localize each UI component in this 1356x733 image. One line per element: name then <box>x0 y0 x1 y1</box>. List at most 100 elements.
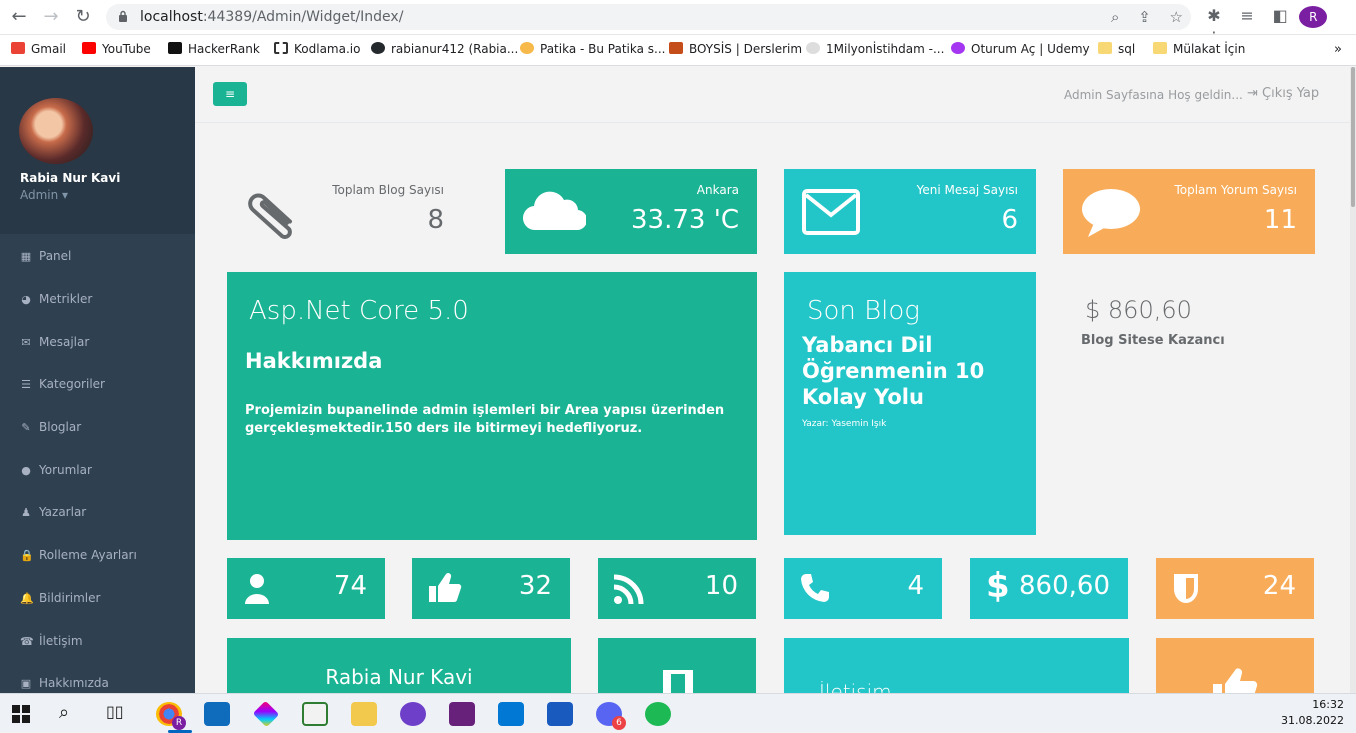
blog-count-widget: Toplam Blog Sayısı 8 <box>227 169 462 254</box>
profile-button[interactable]: R <box>1299 6 1328 28</box>
last-blog-heading: Son Blog <box>807 296 920 326</box>
bookmark-mulakat[interactable]: Mülakat İçin <box>1153 42 1245 56</box>
bookmark-udemy[interactable]: Oturum Aç | Udemy <box>951 42 1090 56</box>
users-count-widget: 74 <box>227 558 385 619</box>
system-clock[interactable]: 16:32 31.08.2022 <box>1281 697 1344 729</box>
bookmark-patika[interactable]: Patika - Bu Patika s... <box>520 42 665 56</box>
bookmark-hackerrank[interactable]: HackerRank <box>168 42 260 56</box>
phone-icon <box>801 574 829 602</box>
kodlama-icon <box>274 42 288 54</box>
widget-value: 11 <box>1263 205 1297 235</box>
reading-list-icon[interactable]: ≡ <box>1233 6 1261 25</box>
snipping-tool-icon[interactable] <box>302 702 328 726</box>
search-icon[interactable]: ⌕ <box>59 702 69 723</box>
widget-value: 6 <box>1001 205 1018 235</box>
sidebar-item-yorumlar[interactable]: ● Yorumlar <box>20 463 92 477</box>
page-scrollbar[interactable] <box>1350 67 1356 693</box>
browser-toolbar: ← → ↻ localhost:44389/Admin/Widget/Index… <box>0 0 1356 47</box>
bookmark-kodlama[interactable]: Kodlama.io <box>274 42 360 56</box>
profile-avatar: R <box>1299 6 1328 28</box>
profile-panel: Rabia Nur Kavi Admin ▾ <box>0 67 195 234</box>
comment-bubble-icon <box>1082 189 1140 237</box>
widget-value: 32 <box>518 571 552 601</box>
sidebar-item-hakkimizda[interactable]: ▣ Hakkımızda <box>20 676 109 690</box>
logout-link[interactable]: ⇥ Çıkış Yap <box>1247 86 1319 101</box>
profile-role-dropdown[interactable]: Admin ▾ <box>20 188 68 202</box>
widget-title: Toplam Yorum Sayısı <box>1174 183 1297 197</box>
side-panel-icon[interactable]: ◧ <box>1266 6 1294 25</box>
reload-icon[interactable]: ↻ <box>72 6 94 28</box>
sidebar-item-bildirimler[interactable]: 🔔 Bildirimler <box>20 591 100 605</box>
earnings-value: $ 860,60 <box>1085 296 1192 324</box>
bookmark-youtube[interactable]: YouTube <box>82 42 151 56</box>
gmail-icon <box>11 42 25 54</box>
bookmarks-bar: Gmail YouTube HackerRank Kodlama.io rabi… <box>0 35 1356 66</box>
task-view-icon[interactable]: ▯▯ <box>106 702 124 721</box>
mail-icon[interactable] <box>204 702 230 726</box>
file-explorer-icon[interactable] <box>351 702 377 726</box>
paperclip-icon <box>248 193 292 239</box>
clock-time: 16:32 <box>1312 698 1344 711</box>
sidebar-item-panel[interactable]: ▦ Panel <box>20 249 72 263</box>
pie-chart-icon: ◕ <box>21 293 31 306</box>
sidebar-item-metrikler[interactable]: ◕ Metrikler <box>20 292 92 306</box>
visual-studio-icon[interactable] <box>449 702 475 726</box>
sidebar-item-bloglar[interactable]: ✎ Bloglar <box>20 420 81 434</box>
boysis-icon <box>669 42 683 54</box>
vscode-icon[interactable] <box>498 702 524 726</box>
widget-value: 860,60 <box>1019 571 1110 601</box>
bookmark-1milyon[interactable]: 1Milyonİstihdam -... <box>806 42 944 56</box>
bookmark-boysis[interactable]: BOYSİS | Derslerim <box>669 42 802 56</box>
phone-icon: ☎ <box>20 635 34 648</box>
revenue-widget: $ 860,60 <box>970 558 1128 619</box>
back-arrow-icon[interactable]: ← <box>8 6 30 28</box>
bookmark-sql[interactable]: sql <box>1098 42 1135 56</box>
avatar[interactable] <box>19 98 93 164</box>
top-navbar: ≡ Admin Sayfasına Hoş geldin... ⇥ Çıkış … <box>195 67 1356 123</box>
bookmark-star-icon[interactable]: ☆ <box>1170 8 1183 26</box>
discord-icon[interactable]: 6 <box>596 702 626 730</box>
extensions-icon[interactable]: ✱ <box>1200 6 1228 25</box>
likes-count-widget: 32 <box>412 558 570 619</box>
more-bookmarks-icon[interactable]: » <box>1334 42 1342 57</box>
address-bar[interactable]: localhost:44389/Admin/Widget/Index/ ⌕ ⇪ … <box>106 4 1191 30</box>
cloud-icon <box>523 191 586 231</box>
sidebar-item-mesajlar[interactable]: ✉ Mesajlar <box>20 335 89 349</box>
widget-value: 33.73 'C <box>631 205 739 235</box>
sidebar-item-rolleme[interactable]: 🔒 Rolleme Ayarları <box>20 548 137 562</box>
github-desktop-icon[interactable] <box>400 702 426 726</box>
sidebar-toggle-button[interactable]: ≡ <box>213 82 247 106</box>
udemy-icon <box>951 42 965 54</box>
contact-widget: İletişim <box>784 638 1129 693</box>
hackerrank-icon <box>168 42 182 54</box>
sidebar-item-yazarlar[interactable]: ♟ Yazarlar <box>20 505 86 519</box>
grid-icon: ▦ <box>20 250 32 263</box>
bookmark-gmail[interactable]: Gmail <box>11 42 66 56</box>
spotify-icon[interactable] <box>645 702 671 726</box>
share-icon[interactable]: ⇪ <box>1138 8 1151 26</box>
thumbs-up-icon <box>1213 668 1258 693</box>
last-blog-title[interactable]: Yabancı Dil Öğrenmenin 10 Kolay Yolu <box>802 332 1024 410</box>
profile-name: Rabia Nur Kavi <box>20 171 121 185</box>
shield-count-widget: 24 <box>1156 558 1314 619</box>
bookmark-icon <box>663 670 693 693</box>
zoom-icon[interactable]: ⌕ <box>1111 8 1119 26</box>
list-icon: ☰ <box>21 378 31 391</box>
comments-widget: Toplam Yorum Sayısı 11 <box>1063 169 1315 254</box>
bookmark-github[interactable]: rabianur412 (Rabia... <box>371 42 518 56</box>
folder-icon <box>1153 42 1167 54</box>
chrome-taskbar-icon[interactable]: R <box>156 702 186 730</box>
widget-value: 8 <box>427 205 444 235</box>
folder-icon <box>1098 42 1112 54</box>
about-widget: Asp.Net Core 5.0 Hakkımızda Projemizin b… <box>227 272 757 540</box>
sidebar-item-kategoriler[interactable]: ☰ Kategoriler <box>20 377 105 391</box>
word-icon[interactable] <box>547 702 573 726</box>
scrollbar-thumb[interactable] <box>1351 67 1355 207</box>
sidebar-item-iletisim[interactable]: ☎ İletişim <box>20 634 83 648</box>
widget-title: Toplam Blog Sayısı <box>332 183 444 197</box>
windows-start-icon[interactable] <box>12 705 30 723</box>
welcome-text: Admin Sayfasına Hoş geldin... <box>1064 88 1243 102</box>
forward-arrow-icon[interactable]: → <box>40 6 62 28</box>
weather-widget: Ankara 33.73 'C <box>505 169 757 254</box>
git-client-icon[interactable] <box>252 700 280 728</box>
